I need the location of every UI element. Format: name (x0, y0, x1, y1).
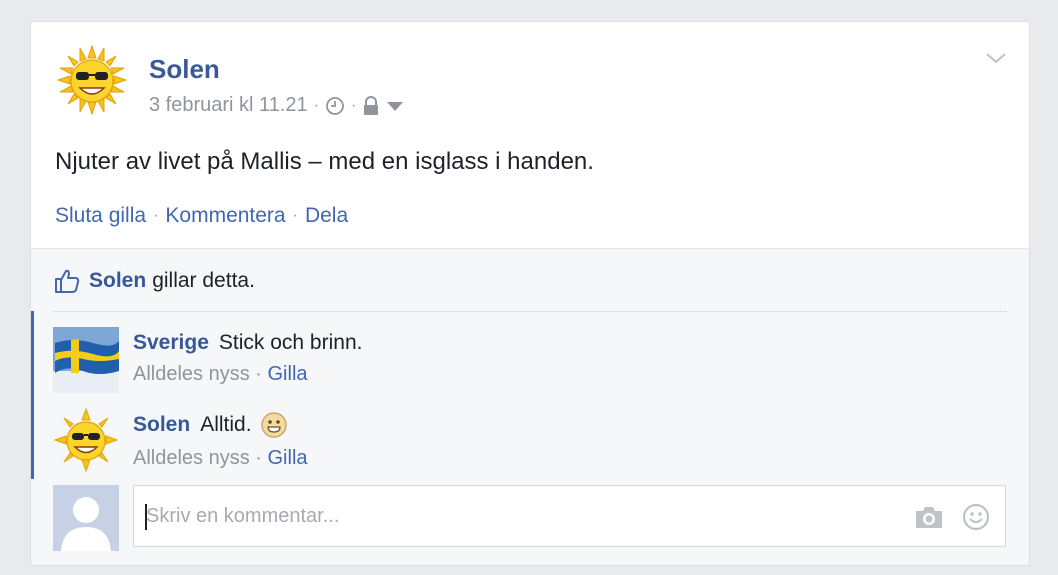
comment-author[interactable]: Solen (133, 413, 190, 437)
comment-composer (53, 485, 1006, 551)
action-separator: · (153, 207, 159, 224)
comment-like-link[interactable]: Gilla (268, 363, 308, 385)
post-card: Solen 3 februari kl 11.21 · · Njuter av … (30, 21, 1030, 566)
thumbs-up-icon (55, 269, 80, 293)
post-header: Solen 3 februari kl 11.21 · · (31, 22, 1029, 132)
likes-summary: Solen gillar detta. (53, 267, 255, 295)
comment-text: Alltid. (200, 413, 252, 436)
share-link[interactable]: Dela (305, 204, 348, 228)
comment-meta-separator: · (255, 363, 268, 385)
action-separator: · (292, 207, 298, 224)
divider (53, 311, 1007, 312)
likes-suffix: gillar detta. (152, 269, 255, 292)
thread-indicator (31, 311, 34, 479)
comment-input-box[interactable] (133, 485, 1006, 547)
comment-link[interactable]: Kommentera (165, 204, 285, 228)
comment-meta: Alldeles nyss · Gilla (133, 363, 362, 386)
meta-separator: · (350, 96, 357, 114)
clock-icon (326, 96, 344, 115)
comment-meta: Alldeles nyss · Gilla (133, 447, 308, 470)
emoji-icon[interactable] (961, 502, 991, 532)
chevron-down-icon[interactable] (985, 50, 1007, 66)
post-date[interactable]: 3 februari kl 11.21 (149, 94, 308, 117)
post-actions: Sluta gilla · Kommentera · Dela (55, 204, 348, 228)
meta-separator: · (313, 96, 319, 114)
comment-item: Sverige Stick och brinn. Alldeles nyss ·… (53, 327, 362, 393)
comment-input[interactable] (146, 504, 886, 528)
camera-icon[interactable] (913, 504, 945, 530)
post-text: Njuter av livet på Mallis – med en isgla… (55, 148, 594, 175)
post-author-name[interactable]: Solen (149, 54, 220, 85)
comment-meta-separator: · (255, 447, 268, 469)
comment-text: Stick och brinn. (218, 331, 363, 354)
unlike-link[interactable]: Sluta gilla (55, 204, 146, 228)
lock-icon[interactable] (362, 95, 380, 116)
comment-time[interactable]: Alldeles nyss (133, 363, 250, 385)
post-meta: 3 februari kl 11.21 · · (149, 94, 404, 117)
comment-like-link[interactable]: Gilla (268, 447, 308, 469)
liker-name[interactable]: Solen (89, 269, 146, 293)
comments-section: Solen gillar detta. Sverige Stick och br… (31, 248, 1029, 565)
default-avatar-icon (53, 485, 119, 551)
caret-down-icon[interactable] (386, 100, 404, 112)
comment-line: Sverige Stick och brinn. (133, 331, 362, 355)
comment-author[interactable]: Sverige (133, 331, 209, 355)
sun-avatar[interactable] (56, 44, 128, 116)
smiley-icon (260, 412, 287, 438)
comment-time[interactable]: Alldeles nyss (133, 447, 250, 469)
sun-avatar[interactable] (53, 407, 119, 473)
comment-item: Solen Alltid. Alldeles nyss · Gilla (53, 407, 308, 473)
swedish-flag-avatar[interactable] (53, 327, 119, 393)
comment-body: Solen Alltid. Alldeles nyss · Gilla (133, 407, 308, 473)
comment-body: Sverige Stick och brinn. Alldeles nyss ·… (133, 327, 362, 393)
comment-line: Solen Alltid. (133, 411, 308, 439)
text-caret (145, 504, 147, 530)
